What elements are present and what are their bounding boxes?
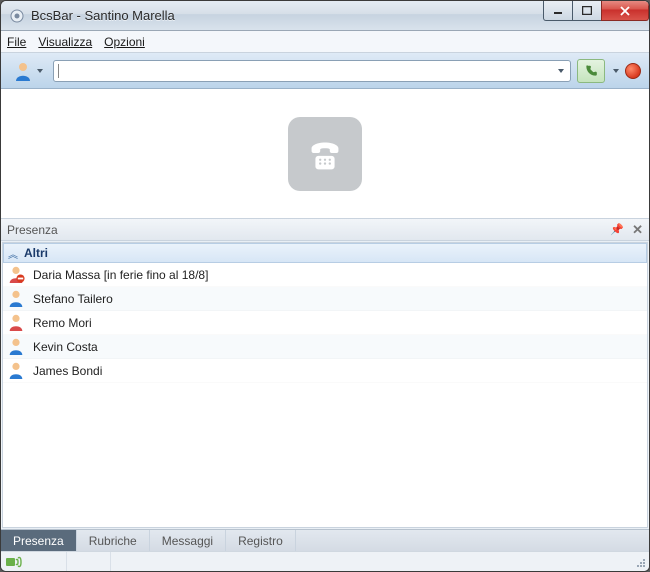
contact-row[interactable]: Kevin Costa [3,335,647,359]
contact-row[interactable]: James Bondi [3,359,647,383]
contact-list: Daria Massa [in ferie fino al 18/8] Stefa… [3,263,647,527]
tab-rubriche[interactable]: Rubriche [77,530,150,551]
contact-name: Stefano Tailero [33,292,113,306]
presence-icon [7,337,27,357]
tab-messaggi[interactable]: Messaggi [150,530,226,551]
presence-icon [7,361,27,381]
menubar: File Visualizza Opzioni [1,31,649,53]
chevron-down-icon [37,69,43,73]
resize-grip[interactable] [635,557,647,569]
window-title: BcsBar - Santino Marella [31,8,175,23]
record-button[interactable] [625,63,641,79]
menu-view[interactable]: Visualizza [38,35,92,49]
contact-row[interactable]: Daria Massa [in ferie fino al 18/8] [3,263,647,287]
tab-registro[interactable]: Registro [226,530,296,551]
phone-placeholder-icon [288,117,362,191]
panel-close-button[interactable]: ✕ [632,222,643,238]
presence-icon [7,313,27,333]
presence-panel-title: Presenza [7,223,58,237]
app-window: BcsBar - Santino Marella File Visualizza… [0,0,650,572]
group-header-altri[interactable]: ︽ Altri [3,243,647,263]
person-icon [13,61,33,81]
presence-icon [7,289,27,309]
toolbar [1,53,649,89]
chevron-down-icon [613,69,619,73]
dial-input[interactable] [62,62,552,80]
call-dropdown-button[interactable] [611,69,619,73]
bottom-tabs: Presenza Rubriche Messaggi Registro [1,529,649,551]
chevron-up-icon: ︽ [8,246,18,261]
group-name: Altri [24,246,48,260]
app-icon [9,8,25,24]
contact-name: James Bondi [33,364,102,378]
presence-panel-body: ︽ Altri Daria Massa [in ferie fino al 18… [2,242,648,528]
presence-icon [7,265,27,285]
dial-input-wrap [53,60,571,82]
presence-panel-header: Presenza 📌 ✕ [1,219,649,241]
call-button[interactable] [577,59,605,83]
connection-status-icon [5,555,23,569]
menu-options[interactable]: Opzioni [104,35,145,49]
chevron-down-icon [558,69,564,73]
contact-name: Remo Mori [33,316,92,330]
contact-row[interactable]: Stefano Tailero [3,287,647,311]
minimize-button[interactable] [543,1,573,21]
contact-name: Kevin Costa [33,340,98,354]
call-display-area [1,89,649,219]
close-button[interactable] [601,1,649,21]
contact-name: Daria Massa [in ferie fino al 18/8] [33,268,208,282]
window-controls [544,1,649,21]
maximize-button[interactable] [572,1,602,21]
statusbar-segment [67,552,111,571]
statusbar [1,551,649,571]
menu-file[interactable]: File [7,35,26,49]
titlebar[interactable]: BcsBar - Santino Marella [1,1,649,31]
main-area: Presenza 📌 ✕ ︽ Altri Daria Massa [in fer… [1,219,649,571]
tab-presenza[interactable]: Presenza [1,530,77,551]
contact-row[interactable]: Remo Mori [3,311,647,335]
my-status-button[interactable] [9,59,47,83]
statusbar-segment [23,552,67,571]
phone-icon [584,64,598,78]
pin-button[interactable]: 📌 [610,223,624,236]
dial-dropdown-button[interactable] [552,69,568,73]
